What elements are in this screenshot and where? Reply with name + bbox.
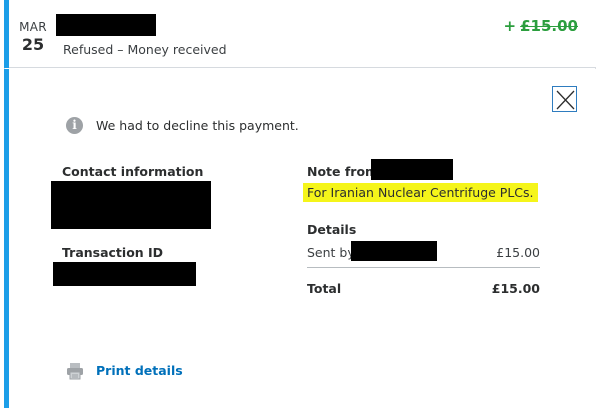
close-icon — [556, 90, 575, 110]
transaction-page: MAR 25 Refused – Money received + £15.00 … — [0, 0, 597, 410]
transaction-date: MAR 25 — [14, 20, 52, 54]
amount-sign: + — [503, 17, 517, 35]
total-label: Total — [307, 281, 342, 296]
redacted-sent-by-name — [351, 241, 437, 261]
redacted-contact-information — [51, 181, 211, 229]
sent-amount: £15.00 — [496, 245, 540, 260]
note-text: For Iranian Nuclear Centrifuge PLCs. — [303, 183, 538, 202]
detail-accent-bar — [4, 69, 9, 408]
redacted-transaction-id — [53, 262, 196, 286]
decline-message: We had to decline this payment. — [96, 118, 299, 133]
note-from-label: Note from — [307, 164, 379, 179]
transaction-amount: + £15.00 — [504, 17, 578, 35]
sent-by-label: Sent by — [307, 245, 355, 260]
amount-value: £15.00 — [520, 17, 578, 35]
transaction-detail-panel — [4, 69, 596, 408]
print-details-label[interactable]: Print details — [96, 363, 183, 378]
selected-accent-bar — [4, 0, 9, 68]
printer-icon — [67, 363, 83, 380]
transaction-id-label: Transaction ID — [62, 245, 164, 260]
total-amount: £15.00 — [491, 281, 540, 296]
redacted-note-sender — [371, 159, 453, 180]
contact-information-label: Contact information — [62, 164, 204, 179]
date-day: 25 — [21, 35, 45, 54]
transaction-status: Refused – Money received — [63, 42, 227, 57]
close-details-button[interactable] — [552, 86, 577, 112]
details-label: Details — [307, 222, 357, 237]
details-divider — [307, 267, 540, 268]
redacted-sender-name — [56, 14, 156, 36]
info-icon: i — [66, 117, 83, 134]
date-month: MAR — [19, 20, 47, 34]
